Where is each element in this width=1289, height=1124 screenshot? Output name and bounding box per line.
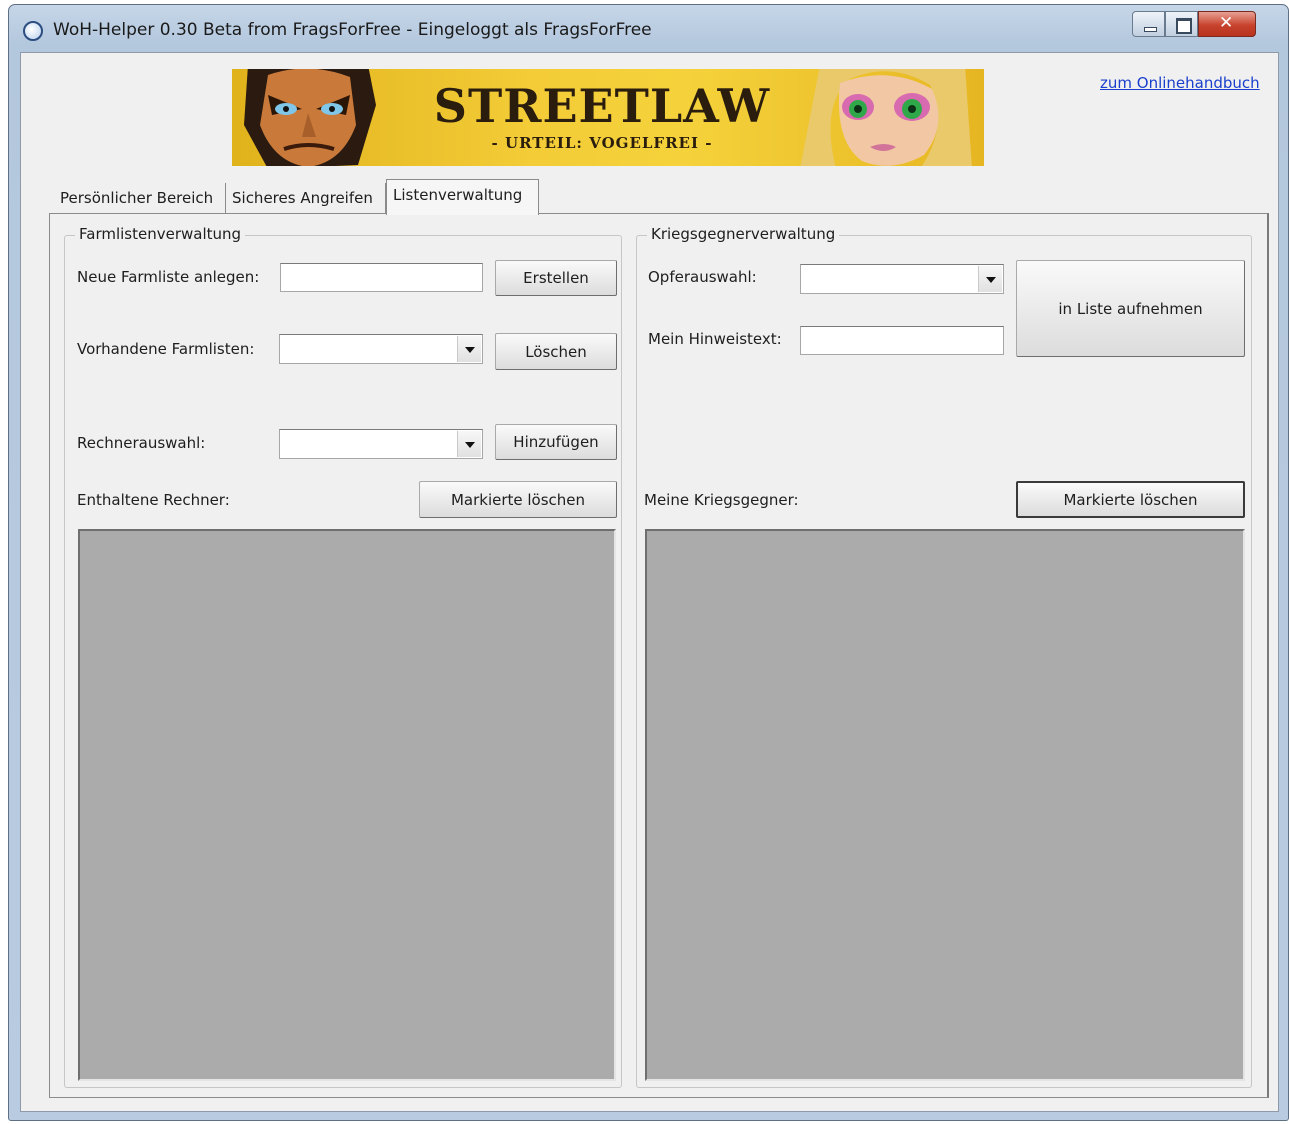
minimize-icon[interactable] — [1132, 11, 1165, 37]
delete-marked-computers-button[interactable]: Markierte löschen — [419, 481, 617, 518]
farmlist-group: Farmlistenverwaltung Neue Farmliste anle… — [64, 225, 622, 1088]
client-area: STREETLAW - URTEIL: VOGELFREI - zum Onli… — [20, 52, 1279, 1112]
note-text-label: Mein Hinweistext: — [648, 330, 782, 348]
note-text-input[interactable] — [800, 326, 1004, 355]
new-farmlist-label: Neue Farmliste anlegen: — [77, 268, 260, 286]
title-bar[interactable]: WoH-Helper 0.30 Beta from FragsForFree -… — [9, 5, 1288, 51]
existing-farmlists-dropdown[interactable] — [279, 334, 483, 364]
tab-persoenlicher-bereich[interactable]: Persönlicher Bereich — [54, 183, 226, 214]
farmlist-group-legend: Farmlistenverwaltung — [75, 225, 246, 243]
victim-select-label: Opferauswahl: — [648, 268, 757, 286]
contained-computers-label: Enthaltene Rechner: — [77, 491, 230, 509]
create-farmlist-button[interactable]: Erstellen — [495, 260, 617, 296]
chevron-down-icon[interactable] — [457, 431, 481, 457]
my-enemies-list[interactable] — [645, 529, 1245, 1081]
banner-title: STREETLAW — [433, 79, 771, 133]
add-computer-button[interactable]: Hinzufügen — [495, 424, 617, 460]
online-manual-link[interactable]: zum Onlinehandbuch — [1100, 74, 1260, 92]
contained-computers-list[interactable] — [78, 529, 616, 1081]
girl-face-icon — [800, 69, 972, 166]
maximize-icon[interactable] — [1165, 11, 1198, 37]
tab-listenverwaltung[interactable]: Listenverwaltung — [386, 179, 539, 215]
streetlaw-banner: STREETLAW - URTEIL: VOGELFREI - — [232, 69, 984, 166]
war-enemies-group: Kriegsgegnerverwaltung Opferauswahl: Mei… — [636, 225, 1252, 1088]
computer-select-dropdown[interactable] — [279, 429, 483, 459]
banner-subtitle: - URTEIL: VOGELFREI - — [491, 134, 713, 152]
tab-sicheres-angreifen[interactable]: Sicheres Angreifen — [226, 183, 386, 214]
villain-face-icon — [244, 69, 376, 166]
victim-select-dropdown[interactable] — [800, 264, 1004, 294]
existing-farmlists-label: Vorhandene Farmlisten: — [77, 340, 255, 358]
war-enemies-group-legend: Kriegsgegnerverwaltung — [647, 225, 840, 243]
chevron-down-icon[interactable] — [978, 266, 1002, 292]
add-to-list-button[interactable]: in Liste aufnehmen — [1016, 260, 1245, 357]
app-icon — [23, 21, 43, 41]
close-icon[interactable] — [1198, 11, 1256, 37]
app-window: WoH-Helper 0.30 Beta from FragsForFree -… — [8, 4, 1289, 1121]
new-farmlist-input[interactable] — [280, 263, 483, 292]
computer-select-label: Rechnerauswahl: — [77, 434, 206, 452]
my-enemies-label: Meine Kriegsgegner: — [644, 491, 799, 509]
tab-page-listenverwaltung: Farmlistenverwaltung Neue Farmliste anle… — [49, 213, 1269, 1098]
window-title: WoH-Helper 0.30 Beta from FragsForFree -… — [53, 20, 652, 40]
delete-marked-enemies-button[interactable]: Markierte löschen — [1016, 481, 1245, 518]
delete-farmlist-button[interactable]: Löschen — [495, 333, 617, 370]
chevron-down-icon[interactable] — [457, 336, 481, 362]
